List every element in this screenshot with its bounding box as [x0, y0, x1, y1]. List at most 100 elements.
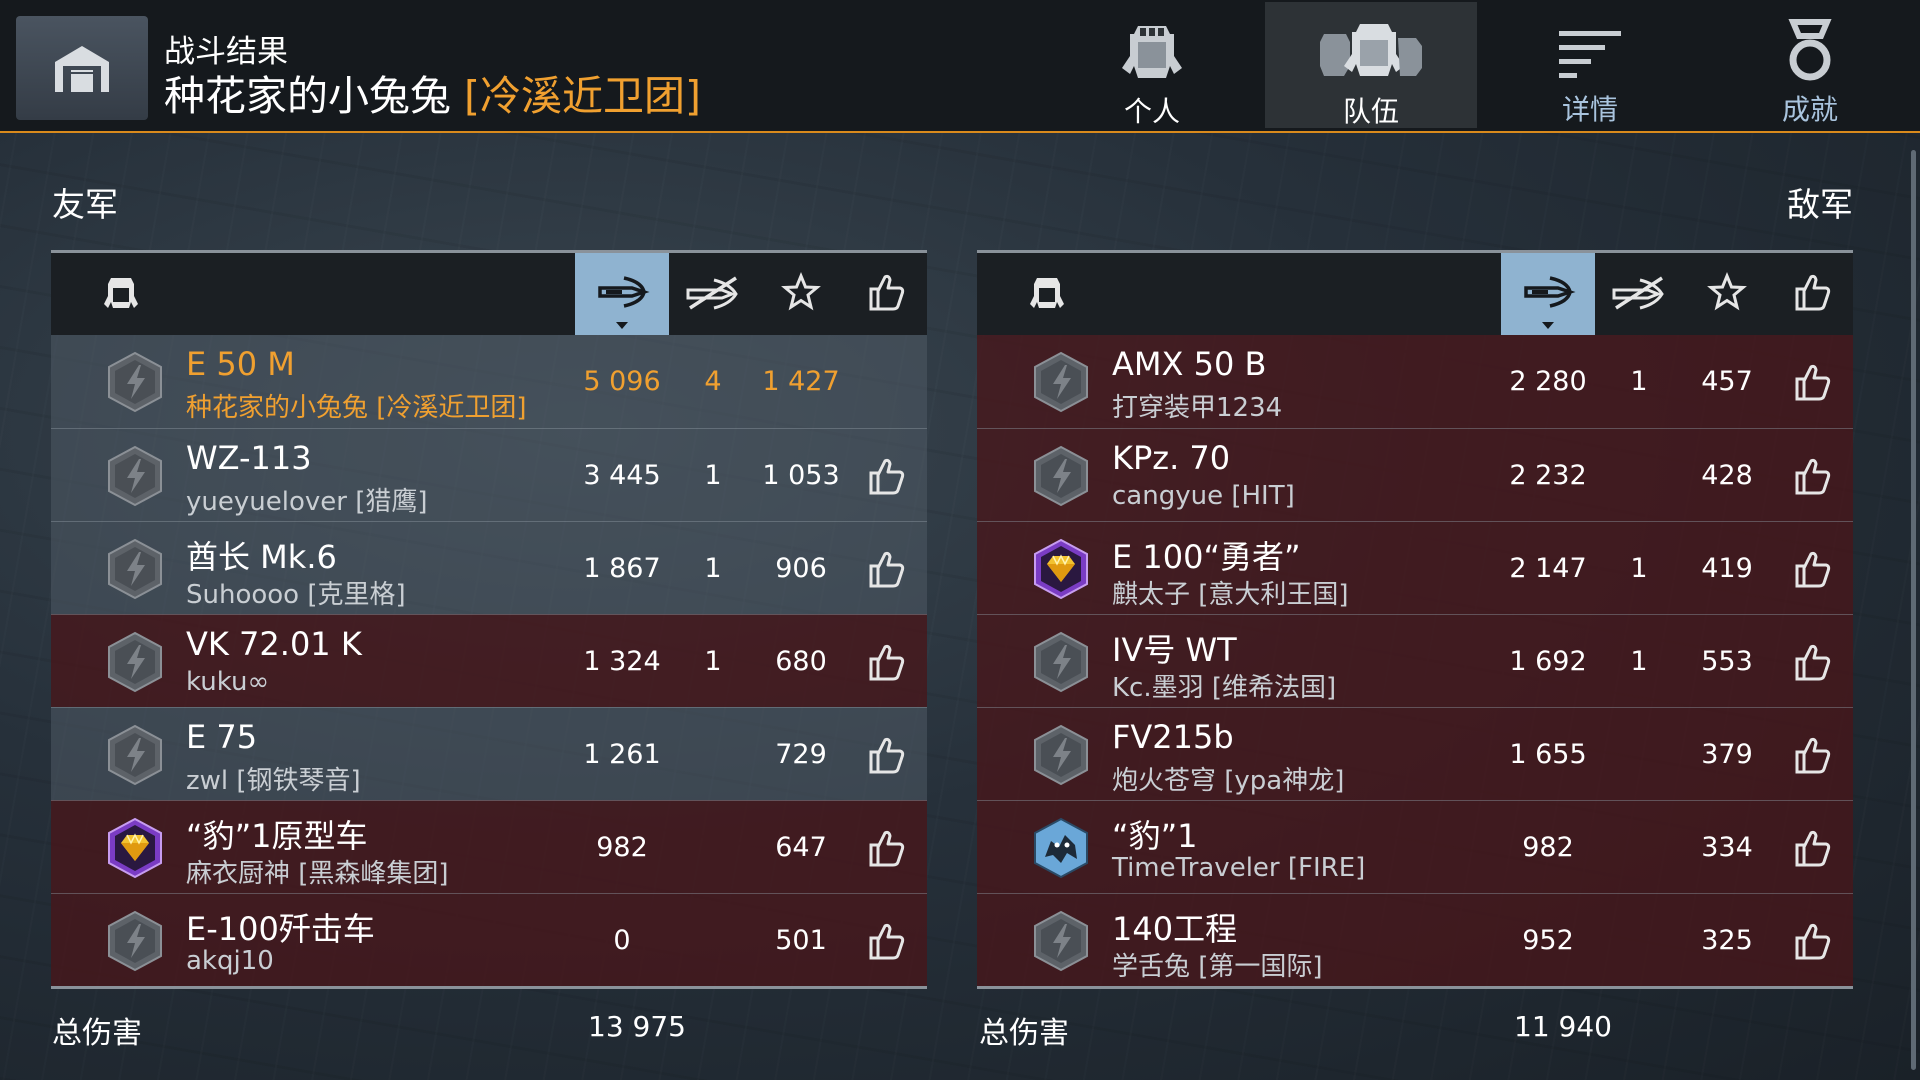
like-icon — [1791, 271, 1833, 317]
team-helmets-icon — [1320, 24, 1422, 76]
player-row[interactable]: “豹”1原型车 麻衣厨神 [黑森峰集团] 982 647 — [51, 800, 927, 893]
kills-value — [669, 708, 757, 801]
player-title: 种花家的小兔兔 [冷溪近卫团] — [164, 62, 701, 122]
xp-value: 1 427 — [762, 366, 840, 397]
damage-value: 0 — [613, 925, 631, 956]
gold-diamond-rank-icon — [1031, 538, 1091, 600]
damage-value: 1 655 — [1509, 739, 1587, 770]
grey-rank-icon — [1031, 724, 1091, 786]
player-row[interactable]: E 100“勇者” 麒太子 [意大利王国] 2 147 1 419 — [977, 521, 1853, 614]
xp-value: 553 — [1701, 646, 1753, 677]
tank-column-header[interactable] — [1017, 253, 1077, 335]
tank-name: E 75 — [186, 718, 258, 756]
scrollbar[interactable] — [1911, 150, 1916, 1070]
player-name: cangyue [HIT] — [1112, 481, 1295, 511]
player-row[interactable]: 酋长 Mk.6 Suhoooo [克里格] 1 867 1 906 — [51, 521, 927, 614]
kills-column-header[interactable] — [669, 253, 757, 335]
tank-name: WZ-113 — [186, 439, 312, 477]
kills-column-header[interactable] — [1595, 253, 1683, 335]
player-row[interactable]: 140工程 学舌兔 [第一国际] 952 325 — [977, 893, 1853, 986]
tab-personal[interactable]: 个人 — [1046, 2, 1258, 128]
like-thumb-icon[interactable] — [845, 894, 927, 987]
tank-name: FV215b — [1112, 718, 1234, 756]
damage-value: 1 692 — [1509, 646, 1587, 677]
kills-value — [1595, 708, 1683, 801]
xp-value: 419 — [1701, 553, 1753, 584]
player-row[interactable]: WZ-113 yueyuelover [猎鹰] 3 445 1 1 053 — [51, 428, 927, 521]
grey-rank-icon — [1031, 445, 1091, 507]
tab-achievements[interactable]: 成就 — [1704, 2, 1916, 128]
damage-column-header[interactable] — [575, 253, 669, 335]
header: 战斗结果 种花家的小兔兔 [冷溪近卫团] 个人 队伍 详情 成就 — [0, 0, 1920, 133]
player-row[interactable]: “豹”1 TimeTraveler [FIRE] 982 334 — [977, 800, 1853, 893]
xp-value: 906 — [775, 553, 827, 584]
player-row[interactable]: IV号 WT Kc.墨羽 [维希法国] 1 692 1 553 — [977, 614, 1853, 707]
like-column-header[interactable] — [1771, 253, 1853, 335]
tank-icon — [1027, 272, 1067, 316]
xp-column-header[interactable] — [757, 253, 845, 335]
player-name: 种花家的小兔兔 [冷溪近卫团] — [186, 393, 527, 423]
like-thumb-icon[interactable] — [1771, 894, 1853, 987]
like-column-header[interactable] — [845, 253, 927, 335]
player-name: 麻衣厨神 [黑森峰集团] — [186, 859, 449, 889]
player-name: kuku∞ — [186, 667, 270, 697]
enemies-rows: AMX 50 B 打穿装甲1234 2 280 1 457 KPz. 70 cangyue … — [977, 335, 1853, 989]
grey-rank-icon — [105, 631, 165, 693]
tank-icon — [101, 272, 141, 316]
player-name: 炮火苍穹 [ypa神龙] — [1112, 766, 1345, 796]
like-thumb-icon[interactable] — [845, 522, 927, 615]
xp-value: 501 — [775, 925, 827, 956]
player-row[interactable]: E-100歼击车 akqj10 0 501 — [51, 893, 927, 986]
kills-value — [669, 894, 757, 987]
xp-value: 1 053 — [762, 460, 840, 491]
tab-details-label: 详情 — [1561, 93, 1618, 126]
tank-name: E-100歼击车 — [186, 910, 375, 948]
allies-rows: E 50 M 种花家的小兔兔 [冷溪近卫团] 5 096 4 1 427 WZ-113 yu… — [51, 335, 927, 989]
like-thumb-icon[interactable] — [1771, 708, 1853, 801]
player-row[interactable]: FV215b 炮火苍穹 [ypa神龙] 1 655 379 — [977, 707, 1853, 800]
like-thumb-icon[interactable] — [845, 708, 927, 801]
tank-column-header[interactable] — [91, 253, 151, 335]
tank-name: VK 72.01 K — [186, 625, 362, 663]
player-name: TimeTraveler [FIRE] — [1112, 853, 1366, 883]
kills-value: 1 — [1630, 646, 1648, 677]
player-row[interactable]: KPz. 70 cangyue [HIT] 2 232 428 — [977, 428, 1853, 521]
tab-details[interactable]: 详情 — [1484, 2, 1696, 128]
like-thumb-icon[interactable] — [845, 615, 927, 708]
tank-name: 酋长 Mk.6 — [186, 538, 337, 576]
medal-icon — [1788, 19, 1832, 81]
kills-value: 4 — [704, 366, 722, 397]
enemies-table-header — [977, 253, 1853, 335]
like-thumb-icon[interactable] — [1771, 522, 1853, 615]
garage-icon — [55, 46, 109, 92]
player-row[interactable]: VK 72.01 K kuku∞ 1 324 1 680 — [51, 614, 927, 707]
allies-title: 友军 — [52, 185, 118, 224]
player-row[interactable]: AMX 50 B 打穿装甲1234 2 280 1 457 — [977, 335, 1853, 428]
like-thumb-icon[interactable] — [845, 801, 927, 894]
like-thumb-icon[interactable] — [1771, 335, 1853, 428]
player-row[interactable]: E 75 zwl [钢铁琴音] 1 261 729 — [51, 707, 927, 800]
like-thumb-icon[interactable] — [1771, 615, 1853, 708]
damage-column-header[interactable] — [1501, 253, 1595, 335]
xp-column-header[interactable] — [1683, 253, 1771, 335]
sort-desc-icon — [616, 322, 628, 329]
like-thumb-icon[interactable] — [1771, 429, 1853, 522]
damage-value: 952 — [1522, 925, 1574, 956]
player-row[interactable]: E 50 M 种花家的小兔兔 [冷溪近卫团] 5 096 4 1 427 — [51, 335, 927, 428]
tank-name: 140工程 — [1112, 910, 1238, 948]
like-thumb-icon[interactable] — [845, 429, 927, 522]
grey-rank-icon — [105, 724, 165, 786]
xp-value: 680 — [775, 646, 827, 677]
like-thumb-icon[interactable] — [1771, 801, 1853, 894]
enemies-title: 敌军 — [1787, 185, 1853, 224]
kills-value — [1595, 801, 1683, 894]
tab-personal-label: 个人 — [1123, 95, 1180, 128]
garage-home-button[interactable] — [16, 16, 148, 120]
grey-rank-icon — [105, 910, 165, 972]
damage-value: 2 147 — [1509, 553, 1587, 584]
player-name: Kc.墨羽 [维希法国] — [1112, 673, 1337, 703]
details-lines-icon — [1559, 31, 1621, 78]
kills-value: 1 — [704, 646, 722, 677]
damage-value: 982 — [596, 832, 648, 863]
tab-team[interactable]: 队伍 — [1265, 2, 1477, 128]
